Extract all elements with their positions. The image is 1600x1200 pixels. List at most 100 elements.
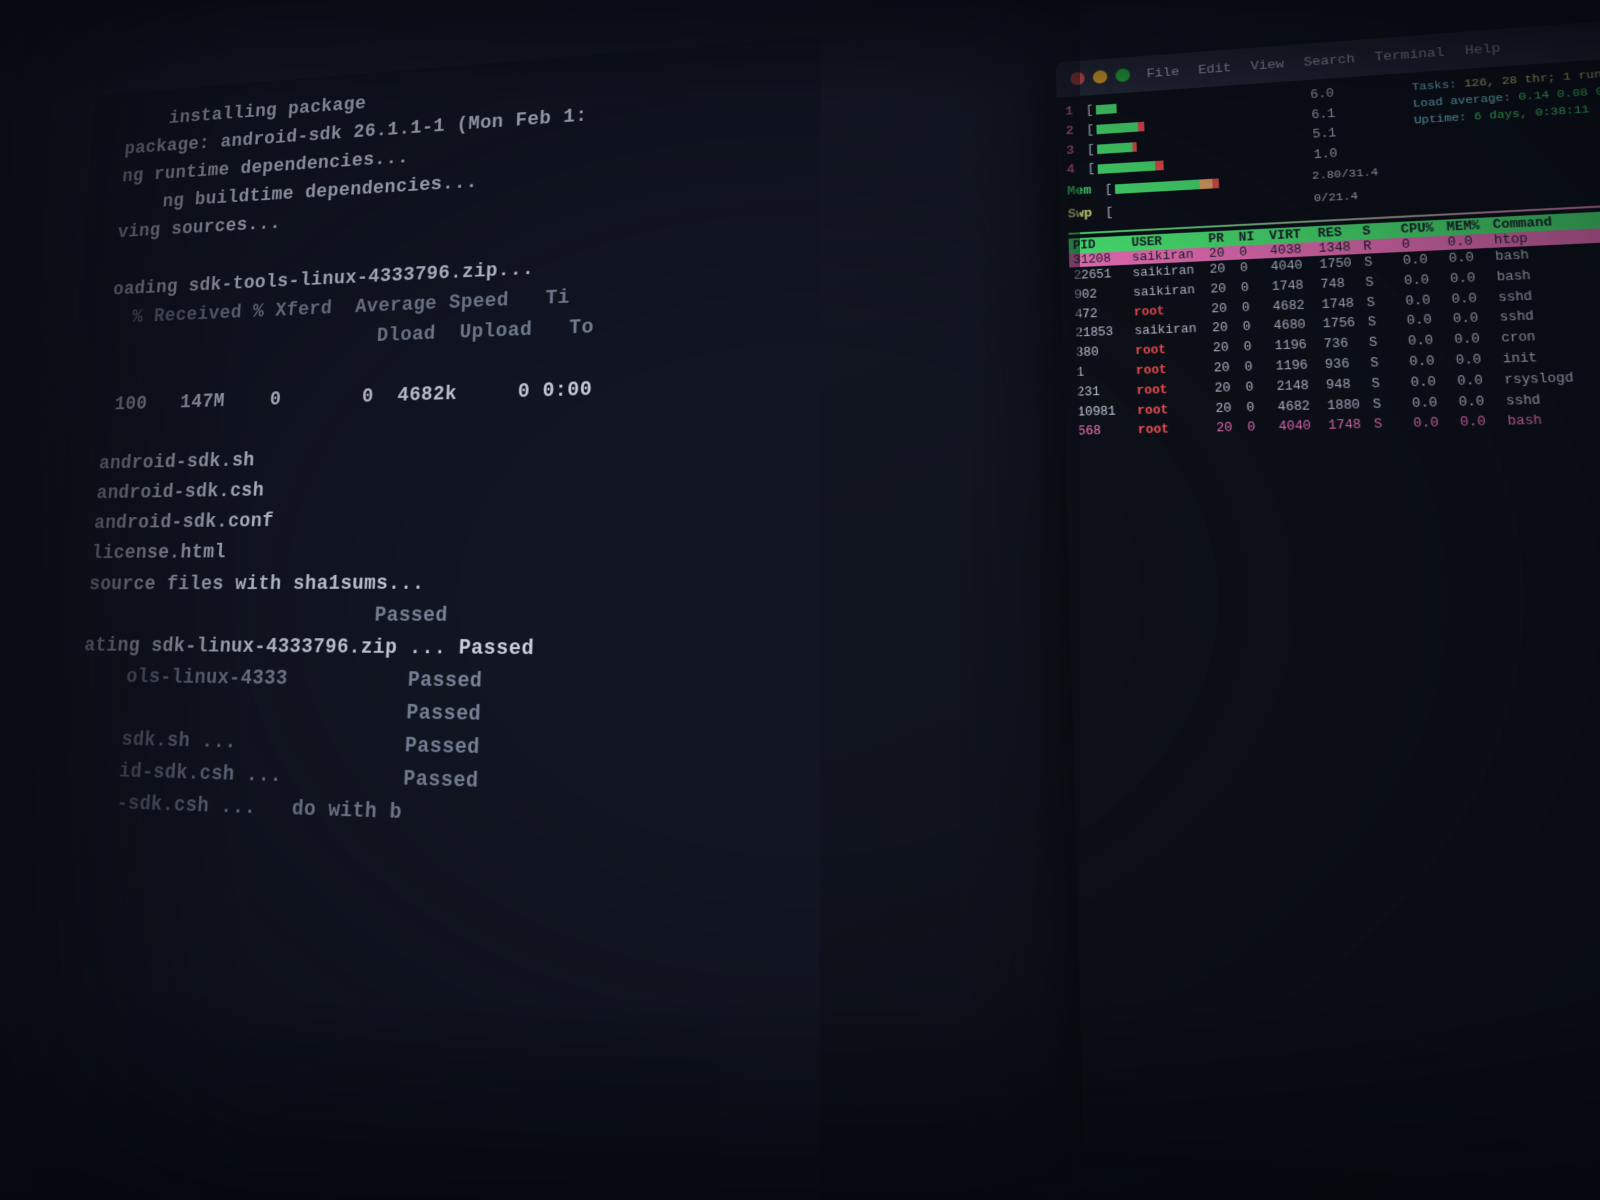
proc-res: 1880 bbox=[1327, 395, 1369, 417]
close-button[interactable] bbox=[1070, 72, 1085, 86]
proc-pri: 20 bbox=[1215, 399, 1242, 420]
terminal-line: Passed bbox=[75, 600, 790, 634]
col-virt: VIRT bbox=[1269, 227, 1314, 243]
proc-cpu: 0.0 bbox=[1404, 270, 1447, 292]
proc-pid: 21853 bbox=[1075, 323, 1131, 345]
terminal-line: license.html bbox=[80, 532, 791, 569]
proc-user-root: root bbox=[1135, 340, 1209, 362]
bar-green bbox=[1097, 142, 1133, 154]
traffic-lights bbox=[1070, 68, 1130, 85]
proc-ni: 0 bbox=[1242, 318, 1269, 339]
proc-res: 736 bbox=[1323, 334, 1365, 356]
proc-ni: 0 bbox=[1244, 357, 1272, 378]
right-panel: File Edit View Search Terminal Help 1 bbox=[1056, 18, 1600, 1200]
proc-pid: 1 bbox=[1076, 362, 1132, 383]
proc-virt: 1196 bbox=[1274, 336, 1320, 358]
terminal-line: source files with sha1sums... bbox=[77, 566, 790, 600]
maximize-button[interactable] bbox=[1115, 68, 1130, 82]
bar-red bbox=[1155, 160, 1164, 170]
bar-green bbox=[1096, 122, 1138, 134]
htop-content: 1 [ 6.0 2 [ bbox=[1057, 56, 1600, 1200]
proc-pri: 20 bbox=[1216, 419, 1243, 440]
cpu-num-2: 2 bbox=[1065, 121, 1086, 142]
proc-mem: 0.0 bbox=[1450, 268, 1493, 290]
bracket-l: [ bbox=[1085, 101, 1094, 121]
proc-pid: 568 bbox=[1078, 422, 1134, 443]
bracket-l: [ bbox=[1086, 120, 1095, 140]
proc-mem: 0.0 bbox=[1460, 412, 1504, 434]
proc-ni: 0 bbox=[1241, 278, 1268, 299]
bracket-l: [ bbox=[1104, 178, 1113, 201]
proc-pri: 20 bbox=[1214, 379, 1241, 400]
proc-res: 748 bbox=[1320, 274, 1362, 296]
proc-res: 1748 bbox=[1328, 416, 1370, 438]
proc-s: S bbox=[1365, 272, 1400, 293]
proc-pid: 472 bbox=[1075, 303, 1130, 325]
proc-s: S bbox=[1372, 394, 1408, 416]
swp-label: Swp bbox=[1068, 201, 1106, 225]
proc-res: 948 bbox=[1326, 375, 1368, 397]
mem-val: 2.80/31.4 bbox=[1312, 164, 1379, 187]
proc-ni: 0 bbox=[1245, 378, 1273, 399]
proc-pri: 20 bbox=[1209, 246, 1236, 261]
bar-green bbox=[1097, 161, 1155, 174]
proc-mem: 0.0 bbox=[1452, 309, 1496, 331]
col-res: RES bbox=[1317, 225, 1358, 241]
col-ni: NI bbox=[1238, 230, 1265, 245]
proc-cpu: 0.0 bbox=[1411, 393, 1454, 415]
proc-user: saikiran bbox=[1134, 320, 1208, 342]
proc-mem: 0.0 bbox=[1455, 350, 1499, 372]
proc-user-root: root bbox=[1136, 379, 1211, 401]
proc-pid: 10981 bbox=[1077, 402, 1133, 423]
col-mem: MEM% bbox=[1446, 218, 1489, 234]
proc-cpu: 0.0 bbox=[1410, 372, 1453, 394]
proc-virt: 1196 bbox=[1275, 356, 1321, 378]
proc-pid: 380 bbox=[1076, 342, 1132, 363]
proc-cpu: 0.0 bbox=[1409, 352, 1452, 374]
proc-pri: 20 bbox=[1213, 339, 1240, 360]
bracket-l: [ bbox=[1087, 140, 1096, 160]
proc-cpu: 0.0 bbox=[1413, 414, 1456, 436]
proc-mem: 0.0 bbox=[1454, 329, 1498, 351]
menu-help[interactable]: Help bbox=[1464, 40, 1501, 57]
proc-ni: 0 bbox=[1239, 244, 1266, 259]
proc-ni: 0 bbox=[1243, 337, 1270, 358]
bar-red bbox=[1138, 122, 1145, 132]
cpu-val-2: 6.1 bbox=[1291, 105, 1336, 126]
htop-right-stats: Tasks: 126, 28 thr; 1 running Load avera… bbox=[1411, 62, 1600, 210]
proc-cmd: sshd bbox=[1505, 387, 1600, 412]
proc-cpu: 0.0 bbox=[1407, 331, 1450, 353]
col-s: S bbox=[1362, 223, 1397, 239]
proc-virt: 4680 bbox=[1273, 316, 1319, 338]
cpu-bars: 1 [ 6.0 2 [ bbox=[1065, 79, 1411, 225]
content-wrap: installing package package: android-sdk … bbox=[39, 0, 1600, 1200]
proc-res: 1750 bbox=[1319, 254, 1360, 276]
bracket-l: [ bbox=[1105, 200, 1114, 223]
proc-ni: 0 bbox=[1247, 418, 1275, 439]
proc-s: S bbox=[1370, 353, 1406, 375]
menu-search[interactable]: Search bbox=[1303, 51, 1355, 69]
proc-virt: 4682 bbox=[1277, 396, 1323, 418]
menu-view[interactable]: View bbox=[1250, 56, 1284, 73]
proc-mem: 0.0 bbox=[1451, 288, 1494, 310]
menu-terminal[interactable]: Terminal bbox=[1374, 44, 1445, 64]
proc-cmd: rsyslogd bbox=[1504, 366, 1600, 392]
mem-label: Mem bbox=[1067, 179, 1105, 203]
proc-s: S bbox=[1367, 312, 1403, 334]
proc-ni: 0 bbox=[1241, 298, 1268, 319]
proc-ni: 0 bbox=[1246, 398, 1274, 419]
bar-green-mem bbox=[1115, 179, 1200, 193]
cpu-val-1: 6.0 bbox=[1290, 85, 1335, 106]
proc-cpu: 0.0 bbox=[1406, 311, 1449, 333]
menu-file[interactable]: File bbox=[1146, 64, 1179, 80]
cpu-val-3: 5.1 bbox=[1292, 125, 1337, 146]
proc-virt: 4040 bbox=[1278, 417, 1324, 439]
proc-user-root: root bbox=[1137, 399, 1212, 421]
swp-val: 0/21.4 bbox=[1313, 189, 1359, 211]
proc-pri: 20 bbox=[1211, 299, 1238, 320]
cpu-num-3: 3 bbox=[1066, 140, 1087, 161]
minimize-button[interactable] bbox=[1093, 70, 1108, 84]
col-pri: PR bbox=[1208, 231, 1235, 246]
menu-edit[interactable]: Edit bbox=[1198, 60, 1232, 77]
col-cpu: CPU% bbox=[1400, 221, 1442, 237]
